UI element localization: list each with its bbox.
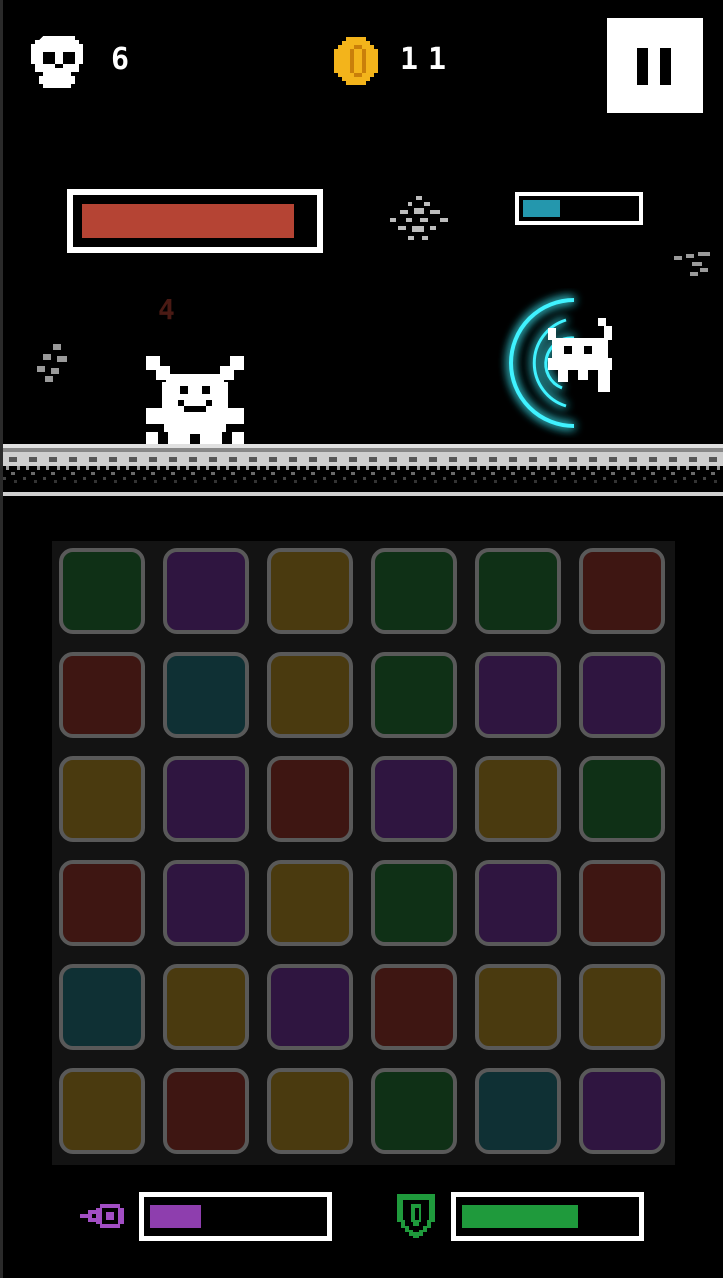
magic-eye-icon <box>80 1204 124 1228</box>
tile-red[interactable] <box>579 860 665 946</box>
tile-green[interactable] <box>579 756 665 842</box>
tile-yellow[interactable] <box>59 756 145 842</box>
skull-icon <box>31 36 83 88</box>
dust-particle-icon <box>674 252 710 276</box>
tile-red[interactable] <box>371 964 457 1050</box>
left-edge <box>0 0 3 1278</box>
tile-green[interactable] <box>371 1068 457 1154</box>
coin-icon <box>334 37 378 85</box>
tile-yellow[interactable] <box>267 1068 353 1154</box>
shield-meter <box>451 1192 644 1241</box>
player-health-fill <box>82 204 294 238</box>
tile-yellow[interactable] <box>267 652 353 738</box>
enemy-charge-fill <box>523 200 560 217</box>
magic-meter <box>139 1192 332 1241</box>
tile-teal[interactable] <box>475 1068 561 1154</box>
tile-red[interactable] <box>163 1068 249 1154</box>
tile-purple[interactable] <box>267 964 353 1050</box>
shield-meter-fill <box>462 1205 578 1228</box>
tile-yellow[interactable] <box>475 964 561 1050</box>
pause-button[interactable] <box>607 18 703 113</box>
tile-green[interactable] <box>475 548 561 634</box>
kill-count: 6 <box>111 42 140 77</box>
tile-green[interactable] <box>371 860 457 946</box>
ground-strip <box>3 444 723 496</box>
damage-popup: 4 <box>158 293 175 326</box>
dust-particle-small-icon <box>37 344 67 382</box>
tile-purple[interactable] <box>579 1068 665 1154</box>
puzzle-board <box>52 541 675 1165</box>
tile-green[interactable] <box>371 652 457 738</box>
pause-icon <box>607 18 703 113</box>
tile-teal[interactable] <box>163 652 249 738</box>
tile-purple[interactable] <box>579 652 665 738</box>
tile-green[interactable] <box>59 548 145 634</box>
tile-red[interactable] <box>579 548 665 634</box>
tile-yellow[interactable] <box>475 756 561 842</box>
player-character <box>146 356 244 446</box>
tile-yellow[interactable] <box>267 548 353 634</box>
tile-teal[interactable] <box>59 964 145 1050</box>
tile-yellow[interactable] <box>59 1068 145 1154</box>
tile-purple[interactable] <box>163 548 249 634</box>
tile-purple[interactable] <box>475 860 561 946</box>
tile-yellow[interactable] <box>267 860 353 946</box>
coin-count: 11 <box>400 42 457 77</box>
tile-red[interactable] <box>59 860 145 946</box>
player-health-bar <box>67 189 323 253</box>
tile-red[interactable] <box>59 652 145 738</box>
tile-red[interactable] <box>267 756 353 842</box>
tile-purple[interactable] <box>475 652 561 738</box>
enemy-charge-bar <box>515 192 643 225</box>
tile-purple[interactable] <box>163 756 249 842</box>
shield-icon <box>397 1194 435 1238</box>
magic-meter-fill <box>150 1205 201 1228</box>
tile-purple[interactable] <box>371 756 457 842</box>
tile-yellow[interactable] <box>163 964 249 1050</box>
tile-green[interactable] <box>371 548 457 634</box>
enemy-character <box>548 318 612 392</box>
dust-cloud-icon <box>390 196 448 240</box>
tile-yellow[interactable] <box>579 964 665 1050</box>
tile-purple[interactable] <box>163 860 249 946</box>
